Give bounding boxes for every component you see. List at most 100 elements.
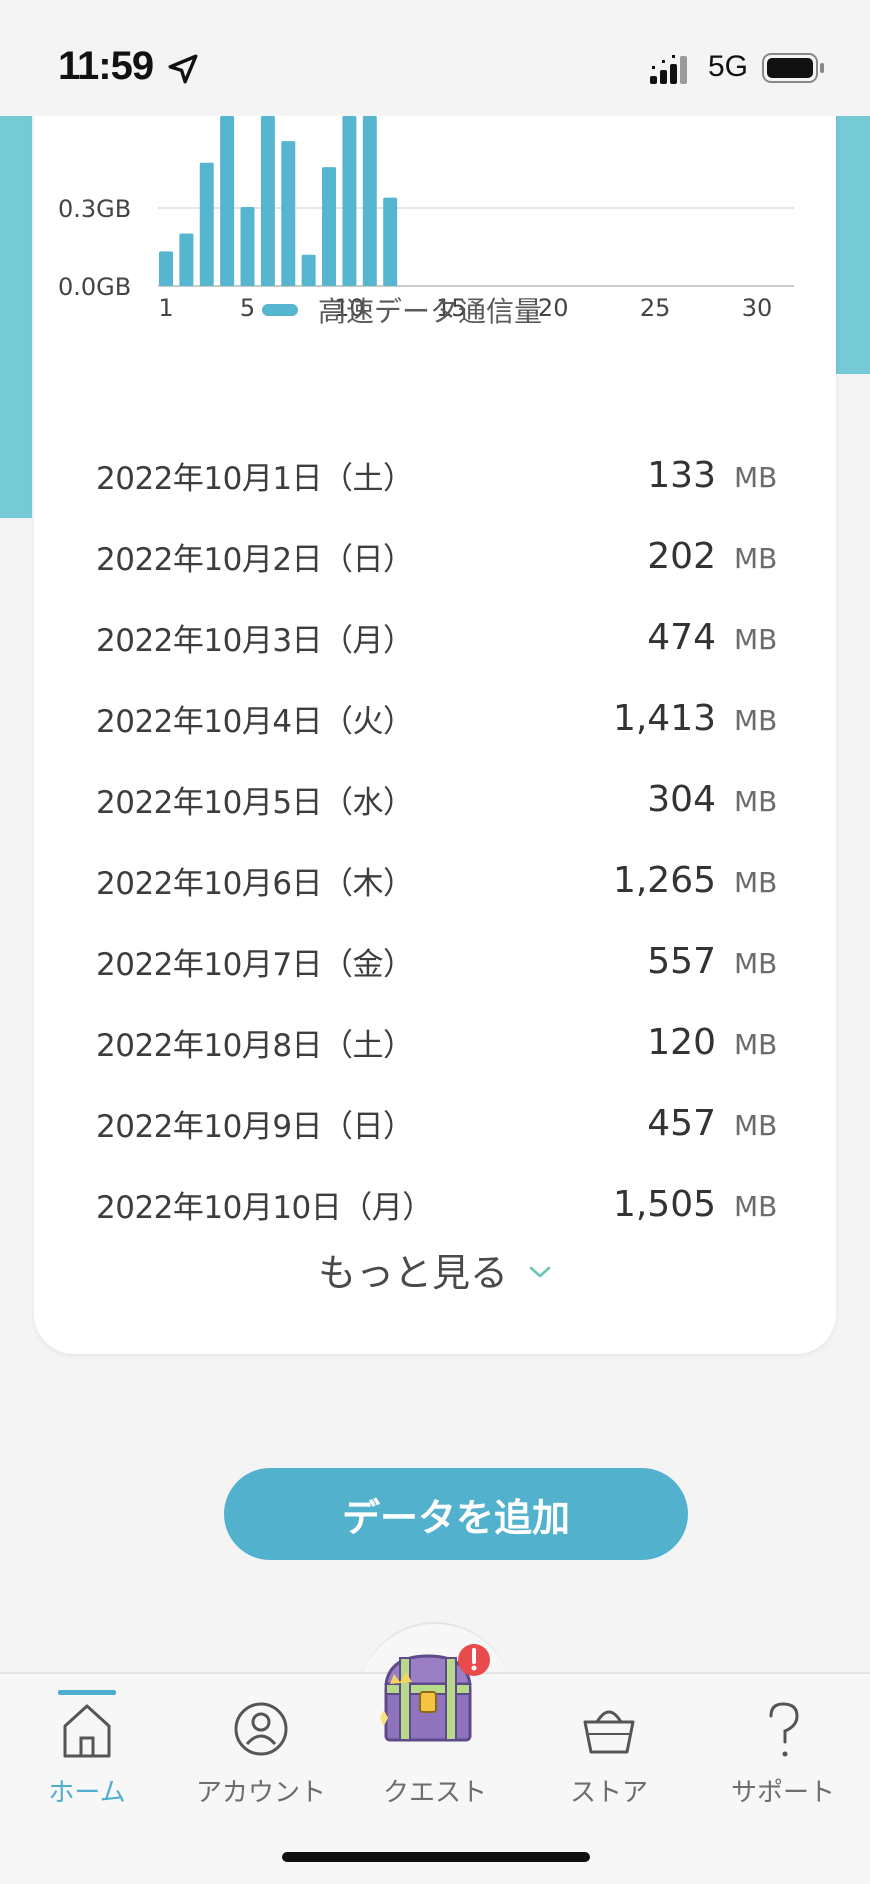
usage-value: 133 bbox=[647, 455, 716, 496]
usage-value: 120 bbox=[647, 1022, 716, 1063]
usage-row: 2022年10月2日（日） 202 MB bbox=[96, 516, 786, 597]
usage-row: 2022年10月1日（土） 133 MB bbox=[96, 435, 786, 516]
show-more-button[interactable]: もっと見る bbox=[34, 1242, 836, 1297]
usage-unit: MB bbox=[734, 461, 778, 494]
signal-icon bbox=[650, 55, 687, 84]
usage-unit: MB bbox=[734, 866, 778, 899]
tab-label-store: ストア bbox=[569, 1778, 648, 1808]
usage-unit: MB bbox=[734, 623, 778, 656]
usage-row: 2022年10月8日（土） 120 MB bbox=[96, 1002, 786, 1083]
usage-amount: 557 MB bbox=[647, 941, 786, 982]
x-tick-label: 25 bbox=[640, 294, 671, 322]
usage-value: 457 bbox=[647, 1103, 716, 1144]
usage-amount: 457 MB bbox=[647, 1103, 786, 1144]
usage-row: 2022年10月3日（月） 474 MB bbox=[96, 597, 786, 678]
chart-bar bbox=[260, 116, 275, 286]
usage-row: 2022年10月4日（火） 1,413 MB bbox=[96, 678, 786, 759]
usage-row: 2022年10月10日（月） 1,505 MB bbox=[96, 1164, 786, 1245]
home-indicator bbox=[282, 1852, 590, 1862]
x-tick-label: 20 bbox=[538, 294, 569, 322]
tab-support[interactable]: サポート bbox=[696, 1690, 870, 1820]
chart-bar bbox=[362, 116, 377, 286]
chart-bar bbox=[240, 206, 255, 286]
tab-label-support: サポート bbox=[730, 1778, 835, 1808]
y-tick-label: 0.0GB bbox=[58, 273, 131, 301]
chart-bar bbox=[159, 251, 173, 286]
usage-unit: MB bbox=[734, 1109, 778, 1142]
chart-bar bbox=[199, 162, 214, 286]
usage-date: 2022年10月5日（水） bbox=[96, 785, 414, 821]
usage-amount: 1,505 MB bbox=[613, 1184, 786, 1225]
battery-icon bbox=[762, 53, 824, 83]
status-bar: 11:59 5G bbox=[0, 0, 870, 116]
usage-date: 2022年10月1日（土） bbox=[96, 461, 414, 497]
usage-row: 2022年10月7日（金） 557 MB bbox=[96, 921, 786, 1002]
usage-row: 2022年10月9日（日） 457 MB bbox=[96, 1083, 786, 1164]
usage-card: 0.0GB 0.3GB 1 5 10 15 20 25 30 高速データ通信量 2022年10月… bbox=[34, 60, 836, 1354]
status-time: 11:59 bbox=[58, 44, 154, 88]
usage-unit: MB bbox=[734, 542, 778, 575]
usage-amount: 304 MB bbox=[647, 779, 786, 820]
tab-home[interactable]: ホーム bbox=[0, 1690, 174, 1820]
usage-unit: MB bbox=[734, 785, 778, 818]
usage-row: 2022年10月6日（木） 1,265 MB bbox=[96, 840, 786, 921]
usage-date: 2022年10月4日（火） bbox=[96, 704, 414, 740]
chart-bar bbox=[342, 116, 357, 286]
usage-date: 2022年10月8日（土） bbox=[96, 1028, 414, 1064]
chart-bar bbox=[383, 197, 398, 286]
chart-bar bbox=[179, 233, 194, 286]
tab-store[interactable]: ストア bbox=[522, 1690, 696, 1820]
account-icon bbox=[234, 1702, 288, 1756]
usage-row: 2022年10月5日（水） 304 MB bbox=[96, 759, 786, 840]
treasure-chest-icon[interactable] bbox=[370, 1640, 500, 1750]
x-tick-label: 30 bbox=[742, 294, 773, 322]
usage-value: 1,413 bbox=[612, 698, 716, 739]
usage-date: 2022年10月3日（月） bbox=[96, 623, 414, 659]
usage-date: 2022年10月6日（木） bbox=[96, 866, 414, 902]
usage-value: 557 bbox=[647, 941, 716, 982]
usage-amount: 202 MB bbox=[647, 536, 786, 577]
usage-amount: 474 MB bbox=[647, 617, 786, 658]
usage-amount: 1,413 MB bbox=[613, 698, 786, 739]
y-tick-label: 0.3GB bbox=[58, 195, 131, 223]
legend-label: 高速データ通信量 bbox=[318, 295, 543, 328]
usage-unit: MB bbox=[734, 947, 778, 980]
usage-value: 474 bbox=[647, 617, 716, 658]
usage-date: 2022年10月2日（日） bbox=[96, 542, 414, 578]
usage-unit: MB bbox=[734, 1028, 778, 1061]
usage-value: 1,265 bbox=[612, 860, 716, 901]
usage-amount: 120 MB bbox=[647, 1022, 786, 1063]
basket-icon bbox=[583, 1710, 635, 1754]
x-tick-label: 5 bbox=[240, 294, 255, 322]
chevron-down-icon bbox=[529, 1266, 551, 1277]
tab-label-account: アカウント bbox=[195, 1778, 326, 1808]
question-icon bbox=[769, 1702, 799, 1757]
location-arrow-icon bbox=[168, 54, 198, 84]
usage-date: 2022年10月7日（金） bbox=[96, 947, 414, 983]
decorative-band-left bbox=[0, 116, 32, 518]
usage-value: 202 bbox=[647, 536, 716, 577]
usage-date: 2022年10月9日（日） bbox=[96, 1109, 414, 1145]
chart-bar bbox=[220, 116, 235, 286]
usage-unit: MB bbox=[734, 1190, 778, 1223]
chart-bar bbox=[301, 254, 316, 286]
tab-label-home: ホーム bbox=[48, 1778, 126, 1808]
x-tick-label: 1 bbox=[158, 294, 173, 322]
usage-value: 1,505 bbox=[612, 1184, 716, 1225]
chart-bar bbox=[322, 167, 337, 286]
active-tab-indicator bbox=[58, 1690, 116, 1695]
daily-usage-list: 2022年10月1日（土） 133 MB 2022年10月2日（日） 202 MB 2022… bbox=[96, 435, 786, 1245]
network-type: 5G bbox=[708, 50, 749, 83]
show-more-label: もっと見る bbox=[317, 1251, 508, 1295]
usage-unit: MB bbox=[734, 704, 778, 737]
usage-amount: 133 MB bbox=[647, 455, 786, 496]
tab-account[interactable]: アカウント bbox=[174, 1690, 348, 1820]
chart-bar bbox=[281, 141, 296, 286]
legend-swatch bbox=[262, 304, 298, 316]
usage-amount: 1,265 MB bbox=[613, 860, 786, 901]
tab-label-quest: クエスト bbox=[382, 1778, 487, 1808]
chart-legend: 高速データ通信量 bbox=[262, 290, 542, 330]
add-data-button[interactable]: データを追加 bbox=[224, 1468, 688, 1560]
decorative-band-right bbox=[836, 116, 870, 374]
usage-date: 2022年10月10日（月） bbox=[96, 1190, 433, 1226]
